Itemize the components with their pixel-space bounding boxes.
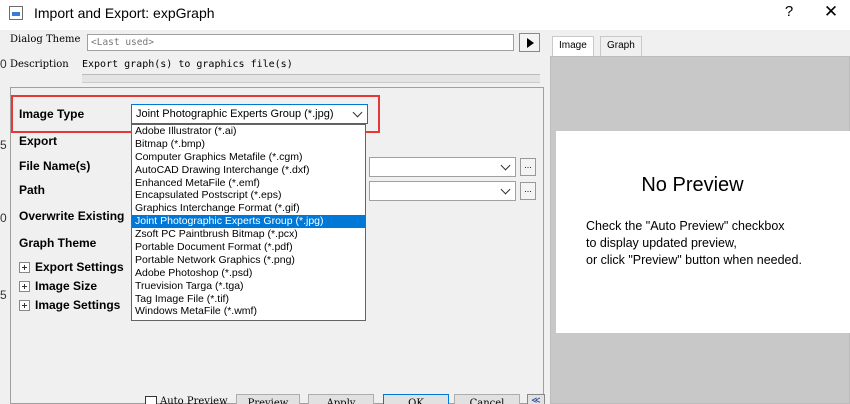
cancel-button[interactable]: Cancel	[454, 394, 520, 404]
preview-button[interactable]: Preview	[236, 394, 300, 404]
tab-graph[interactable]: Graph	[600, 36, 642, 56]
expand-plus-icon[interactable]	[19, 262, 30, 273]
dialog-theme-label: Dialog Theme	[10, 34, 81, 45]
dialog-theme-input[interactable]: <Last used>	[87, 34, 514, 51]
expand-plus-icon[interactable]	[19, 300, 30, 311]
image-size-node[interactable]: Image Size	[35, 279, 97, 293]
image-type-select[interactable]: Joint Photographic Experts Group (*.jpg)	[131, 104, 368, 124]
dropdown-option[interactable]: Encapsulated Postscript (*.eps)	[132, 189, 365, 202]
dropdown-option[interactable]: Windows MetaFile (*.wmf)	[132, 305, 365, 318]
chevron-down-icon	[500, 184, 511, 195]
dropdown-option[interactable]: AutoCAD Drawing Interchange (*.dxf)	[132, 164, 365, 177]
dropdown-option[interactable]: Enhanced MetaFile (*.emf)	[132, 177, 365, 190]
preview-hint-line: or click "Preview" button when needed.	[586, 253, 802, 267]
auto-preview-checkbox[interactable]	[145, 396, 157, 404]
collapse-preview-button[interactable]: ≪	[527, 394, 545, 404]
help-button[interactable]: ?	[782, 3, 796, 20]
file-name-combo[interactable]	[369, 157, 516, 177]
dialog-theme-arrow-button[interactable]	[519, 33, 540, 52]
overwrite-existing-label: Overwrite Existing	[19, 209, 125, 223]
image-type-dropdown-list: Adobe Illustrator (*.ai) Bitmap (*.bmp) Co…	[131, 124, 366, 321]
tab-image[interactable]: Image	[552, 36, 594, 57]
edge-glyph: 5	[0, 138, 7, 152]
dropdown-option[interactable]: Adobe Photoshop (*.psd)	[132, 267, 365, 280]
apply-button[interactable]: Apply	[308, 394, 374, 404]
title-bar: Import and Export: expGraph ? ✕	[0, 0, 850, 30]
path-label: Path	[19, 183, 46, 197]
window-title: Import and Export: expGraph	[34, 5, 215, 21]
edge-glyph: 0	[0, 57, 7, 71]
export-settings-node[interactable]: Export Settings	[35, 260, 124, 274]
dropdown-option[interactable]: Graphics Interchange Format (*.gif)	[132, 202, 365, 215]
dropdown-option[interactable]: Joint Photographic Experts Group (*.jpg)	[132, 215, 365, 229]
play-arrow-icon	[527, 38, 534, 48]
description-field: Export graph(s) to graphics file(s)	[82, 58, 540, 75]
dropdown-option[interactable]: Portable Network Graphics (*.png)	[132, 254, 365, 267]
ok-button[interactable]: OK	[383, 394, 449, 404]
image-settings-node[interactable]: Image Settings	[35, 298, 120, 312]
file-names-label: File Name(s)	[19, 159, 91, 173]
auto-preview-label: Auto Preview	[160, 396, 228, 404]
dropdown-option[interactable]: Tag Image File (*.tif)	[132, 293, 365, 306]
path-browse-button[interactable]: ...	[520, 182, 536, 200]
preview-canvas: No Preview Check the "Auto Preview" chec…	[556, 131, 850, 333]
preview-pane: Image Graph No Preview Check the "Auto P…	[550, 33, 850, 404]
dropdown-option[interactable]: Bitmap (*.bmp)	[132, 138, 365, 151]
graph-theme-label: Graph Theme	[19, 236, 97, 250]
no-preview-text: No Preview	[641, 174, 744, 196]
edge-glyph: 5	[0, 288, 7, 302]
dropdown-option[interactable]: Truevision Targa (*.tga)	[132, 280, 365, 293]
preview-hint-line: to display updated preview,	[586, 236, 737, 250]
path-combo[interactable]	[369, 181, 516, 201]
description-label: Description	[10, 59, 69, 70]
app-icon	[9, 6, 23, 20]
dropdown-option[interactable]: Portable Document Format (*.pdf)	[132, 241, 365, 254]
chevron-down-icon	[500, 160, 511, 171]
expand-plus-icon[interactable]	[19, 281, 30, 292]
image-type-value: Joint Photographic Experts Group (*.jpg)	[136, 108, 334, 120]
close-button[interactable]: ✕	[820, 2, 842, 22]
preview-area: No Preview Check the "Auto Preview" chec…	[550, 56, 850, 404]
description-scroll-area	[82, 75, 540, 83]
dropdown-option[interactable]: Zsoft PC Paintbrush Bitmap (*.pcx)	[132, 228, 365, 241]
preview-hint-line: Check the "Auto Preview" checkbox	[586, 219, 785, 233]
dropdown-option[interactable]: Adobe Illustrator (*.ai)	[132, 125, 365, 138]
dropdown-option[interactable]: Computer Graphics Metafile (*.cgm)	[132, 151, 365, 164]
file-name-browse-button[interactable]: ...	[520, 158, 536, 176]
export-label: Export	[19, 134, 58, 148]
chevron-down-icon	[352, 107, 363, 118]
edge-glyph: 0	[0, 211, 7, 225]
